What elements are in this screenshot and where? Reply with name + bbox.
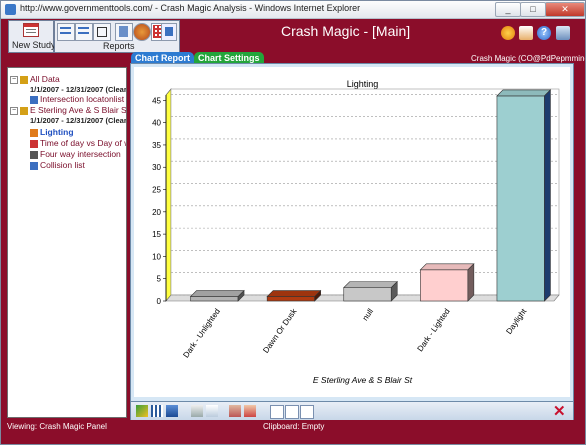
browser-title: http://www.governmenttools.com/ - Crash … — [20, 3, 361, 13]
bar-top — [189, 290, 245, 297]
exit-icon[interactable] — [556, 26, 570, 40]
bar-top — [419, 263, 475, 271]
intersection-report-icon[interactable] — [93, 23, 111, 41]
new-study-group[interactable]: New Study — [8, 20, 56, 53]
y-tick-label: 45 — [152, 96, 161, 105]
report-table-icon[interactable] — [75, 23, 93, 41]
grid-icon — [30, 140, 38, 148]
status-viewing: Viewing: Crash Magic Panel — [7, 422, 107, 431]
tree-item[interactable]: Collision list — [40, 160, 85, 170]
bar — [266, 296, 315, 302]
x-tick-label: Dark - Lighted — [416, 307, 452, 353]
tree-item[interactable]: Time of day vs Day of week — [40, 138, 126, 148]
reports-group: Reports — [54, 20, 180, 53]
tree-item[interactable]: Four way intersection — [40, 149, 121, 159]
study-tree-panel: − All Data 1/1/2007 - 12/31/2007 (Clear) In… — [7, 67, 127, 418]
intersection-icon — [30, 151, 38, 159]
chart-area: Lighting 0 5 10 15 20 25 30 35 40 45 Dark - Unlight… — [134, 67, 570, 397]
bar-top — [266, 290, 322, 297]
minimize-button[interactable]: _ — [495, 2, 521, 17]
x-tick-label: Daylight — [504, 306, 528, 335]
bar-top — [496, 89, 552, 97]
x-tick-label: Dark - Unlighted — [181, 307, 222, 360]
tree-date-range: 1/1/2007 - 12/31/2007 (Clear) — [30, 116, 127, 125]
new-study-icon — [23, 23, 39, 37]
close-panel-icon[interactable]: ✕ — [553, 402, 566, 420]
database-icon — [20, 107, 28, 115]
report-list-icon[interactable] — [57, 23, 75, 41]
status-clipboard: Clipboard: Empty — [263, 422, 325, 431]
bar — [420, 269, 469, 302]
maximize-button[interactable]: □ — [520, 2, 546, 17]
help-icon[interactable]: ? — [537, 26, 551, 40]
bar-side — [544, 89, 551, 302]
bar-side — [467, 263, 475, 302]
browser-titlebar: http://www.governmenttools.com/ - Crash … — [1, 1, 585, 19]
x-axis-label: E Sterling Ave & S Blair St — [313, 375, 413, 385]
refresh-icon[interactable] — [166, 405, 178, 417]
list-icon — [30, 162, 38, 170]
new-study-label: New Study — [12, 40, 56, 50]
tree-date-range: 1/1/2007 - 12/31/2007 (Clear) — [30, 85, 127, 94]
filter-icon[interactable] — [136, 405, 148, 417]
y-tick-label: 35 — [152, 141, 161, 150]
table-icon[interactable] — [151, 405, 163, 417]
bar — [496, 95, 545, 302]
copy-icon[interactable] — [244, 405, 256, 417]
export-icon[interactable] — [229, 405, 241, 417]
y-tick-label: 0 — [157, 297, 162, 306]
tree-item[interactable]: E Sterling Ave & S Blair St — [30, 105, 126, 115]
compass-icon[interactable] — [501, 26, 515, 40]
database-icon — [20, 76, 28, 84]
status-bar: Viewing: Crash Magic Panel Clipboard: Em… — [1, 420, 585, 444]
ie-icon — [5, 4, 16, 15]
tree-item[interactable]: All Data — [30, 74, 60, 84]
book-icon[interactable] — [519, 26, 533, 40]
bar-chart-icon[interactable] — [270, 405, 284, 419]
y-tick-label: 5 — [157, 275, 162, 284]
user-label: Crash Magic (CO@PdPepmming) — [471, 54, 586, 63]
reports-label: Reports — [103, 41, 135, 51]
report-view-icon[interactable] — [161, 23, 177, 41]
axis-wall — [165, 88, 172, 302]
y-tick-label: 10 — [152, 252, 161, 261]
browser-window: http://www.governmenttools.com/ - Crash … — [0, 0, 586, 445]
line-chart-icon[interactable] — [300, 405, 314, 419]
app-title: Crash Magic - [Main] — [281, 23, 411, 39]
chart-icon — [30, 129, 38, 137]
x-tick-label: Dawn Or Dusk — [261, 306, 299, 355]
x-tick-label: null — [361, 307, 376, 323]
lighting-chart: Lighting 0 5 10 15 20 25 30 35 40 45 Dark - Unlight… — [152, 79, 560, 385]
y-tick-label: 40 — [152, 119, 161, 128]
collision-diagram-icon[interactable] — [115, 23, 133, 41]
tree-item[interactable]: Lighting — [40, 127, 74, 137]
bar — [343, 287, 392, 302]
y-tick-label: 15 — [152, 230, 161, 239]
pie-chart-icon[interactable] — [133, 23, 151, 41]
chart-title: Lighting — [347, 79, 379, 89]
bar-top — [343, 281, 398, 288]
print-icon[interactable] — [191, 405, 203, 417]
y-tick-label: 30 — [152, 163, 161, 172]
close-window-button[interactable]: ✕ — [545, 2, 585, 17]
app-toolbar: New Study Reports Crash Magic - [Main] ? — [1, 19, 585, 53]
pie-chart-small-icon[interactable] — [285, 405, 299, 419]
print-preview-icon[interactable] — [206, 405, 218, 417]
collapse-toggle-icon[interactable]: − — [10, 107, 18, 115]
y-tick-label: 20 — [152, 208, 161, 217]
tree-item[interactable]: Intersection locatonlist — [40, 94, 124, 104]
y-tick-label: 25 — [152, 186, 161, 195]
list-icon — [30, 96, 38, 104]
collapse-toggle-icon[interactable]: − — [10, 76, 18, 84]
chart-toolbar: ✕ — [130, 401, 574, 421]
bar — [190, 296, 239, 302]
